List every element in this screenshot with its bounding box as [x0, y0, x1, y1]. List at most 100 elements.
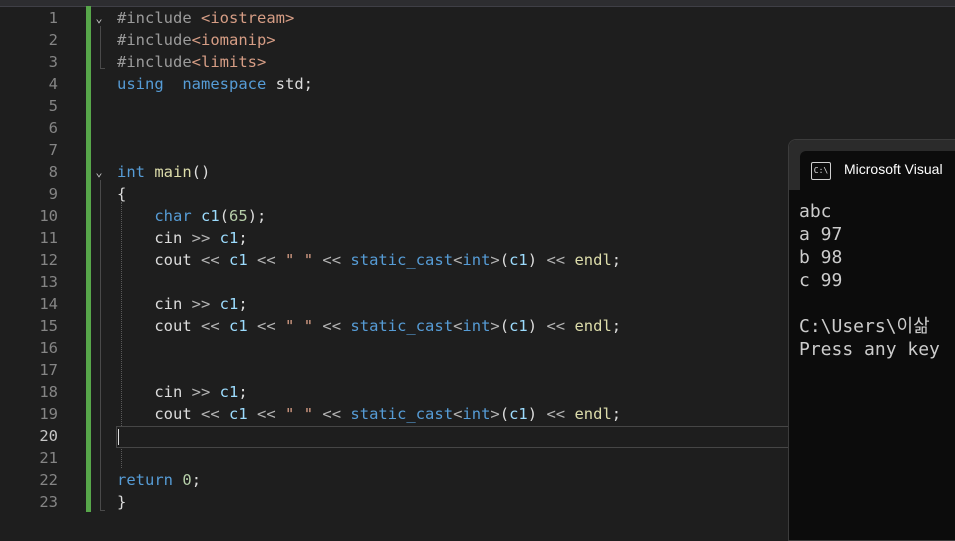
code-token: " ": [285, 251, 314, 269]
code-token: <: [453, 405, 463, 423]
code-token: <: [453, 317, 463, 335]
code-token: ;: [611, 405, 622, 423]
code-token: int: [462, 251, 491, 269]
code-token: cin: [117, 229, 192, 247]
code-token: cout: [117, 317, 201, 335]
code-token: <iomanip>: [191, 31, 276, 49]
code-token: );: [247, 207, 267, 225]
code-text: {: [117, 183, 126, 205]
code-token: ;: [238, 383, 248, 401]
line-number: 20: [39, 427, 58, 445]
code-token: cin: [117, 295, 192, 313]
console-window[interactable]: C:\ Microsoft Visual abc a 97 b 98 c 99 C:\U…: [788, 139, 955, 541]
code-token: #include: [117, 9, 201, 27]
code-line[interactable]: 6: [0, 117, 955, 139]
code-token: <<: [257, 317, 276, 335]
console-tab[interactable]: C:\ Microsoft Visual: [800, 151, 955, 190]
code-token: cout: [117, 405, 201, 423]
line-number: 21: [39, 449, 58, 467]
code-token: (: [499, 405, 510, 423]
code-token: <<: [257, 405, 276, 423]
code-token: endl: [574, 317, 612, 335]
console-output: abc a 97 b 98 c 99 C:\Users\이삶 Press any key: [799, 200, 940, 361]
line-number: 11: [39, 229, 58, 247]
line-number: 18: [39, 383, 58, 401]
code-token: cout: [117, 251, 201, 269]
code-token: static_cast: [350, 251, 454, 269]
line-number: 23: [39, 493, 58, 511]
code-token: }: [117, 493, 127, 511]
code-line[interactable]: 2 #include<iomanip>: [0, 29, 955, 51]
code-text: cin >> c1;: [117, 227, 247, 249]
console-title-bar[interactable]: C:\ Microsoft Visual: [789, 140, 955, 190]
console-line: c 99: [799, 270, 843, 291]
code-token: (: [499, 317, 510, 335]
line-number: 13: [39, 273, 58, 291]
code-token: c1: [509, 405, 528, 423]
line-number: 19: [39, 405, 58, 423]
code-line[interactable]: 3 #include<limits>: [0, 51, 955, 73]
code-token: <limits>: [191, 53, 267, 71]
code-line[interactable]: 5: [0, 95, 955, 117]
code-token: (): [191, 163, 211, 181]
line-number: 14: [39, 295, 58, 313]
fold-chevron-icon[interactable]: ⌄: [92, 161, 106, 183]
code-token: c1: [219, 229, 239, 247]
code-token: >: [490, 251, 500, 269]
line-number: 22: [39, 471, 58, 489]
code-token: >>: [191, 383, 211, 401]
code-token: ): [527, 317, 547, 335]
code-token: <<: [546, 251, 566, 269]
code-token: std;: [266, 75, 314, 93]
code-token: <iostream>: [201, 9, 295, 27]
code-line[interactable]: 4 using namespace std;: [0, 73, 955, 95]
line-number: 15: [39, 317, 58, 335]
code-line[interactable]: 1 ⌄ #include <iostream>: [0, 7, 955, 29]
line-number: 6: [48, 119, 58, 137]
code-token: " ": [285, 317, 314, 335]
code-token: int: [117, 163, 145, 181]
fold-chevron-icon[interactable]: ⌄: [92, 7, 106, 29]
code-token: c1: [229, 251, 248, 269]
console-line: b 98: [799, 247, 843, 268]
code-text: cin >> c1;: [117, 293, 247, 315]
code-token: ;: [611, 317, 622, 335]
line-number: 4: [48, 75, 58, 93]
line-number: 5: [48, 97, 58, 115]
console-icon: C:\: [811, 162, 831, 180]
code-text: return 0;: [117, 469, 201, 491]
code-token: return: [117, 471, 173, 489]
code-token: c1: [509, 251, 528, 269]
code-token: static_cast: [350, 405, 454, 423]
code-text: }: [117, 491, 126, 513]
code-text: #include<limits>: [117, 51, 266, 73]
code-token: endl: [574, 251, 612, 269]
code-token: >>: [191, 229, 211, 247]
code-token: c1: [219, 383, 239, 401]
code-token: <<: [546, 317, 566, 335]
code-token: #include: [117, 53, 192, 71]
line-number: 9: [48, 185, 58, 203]
code-token: c1: [229, 405, 248, 423]
code-token: <<: [201, 405, 220, 423]
code-token: ): [527, 251, 547, 269]
code-token: >>: [191, 295, 211, 313]
code-token: <<: [201, 317, 220, 335]
code-text: char c1(65);: [117, 205, 266, 227]
code-token: namespace: [182, 75, 267, 93]
line-number: 2: [48, 31, 58, 49]
code-text: cout << c1 << " " << static_cast<int>(c1…: [117, 249, 621, 271]
console-line: abc: [799, 201, 832, 222]
